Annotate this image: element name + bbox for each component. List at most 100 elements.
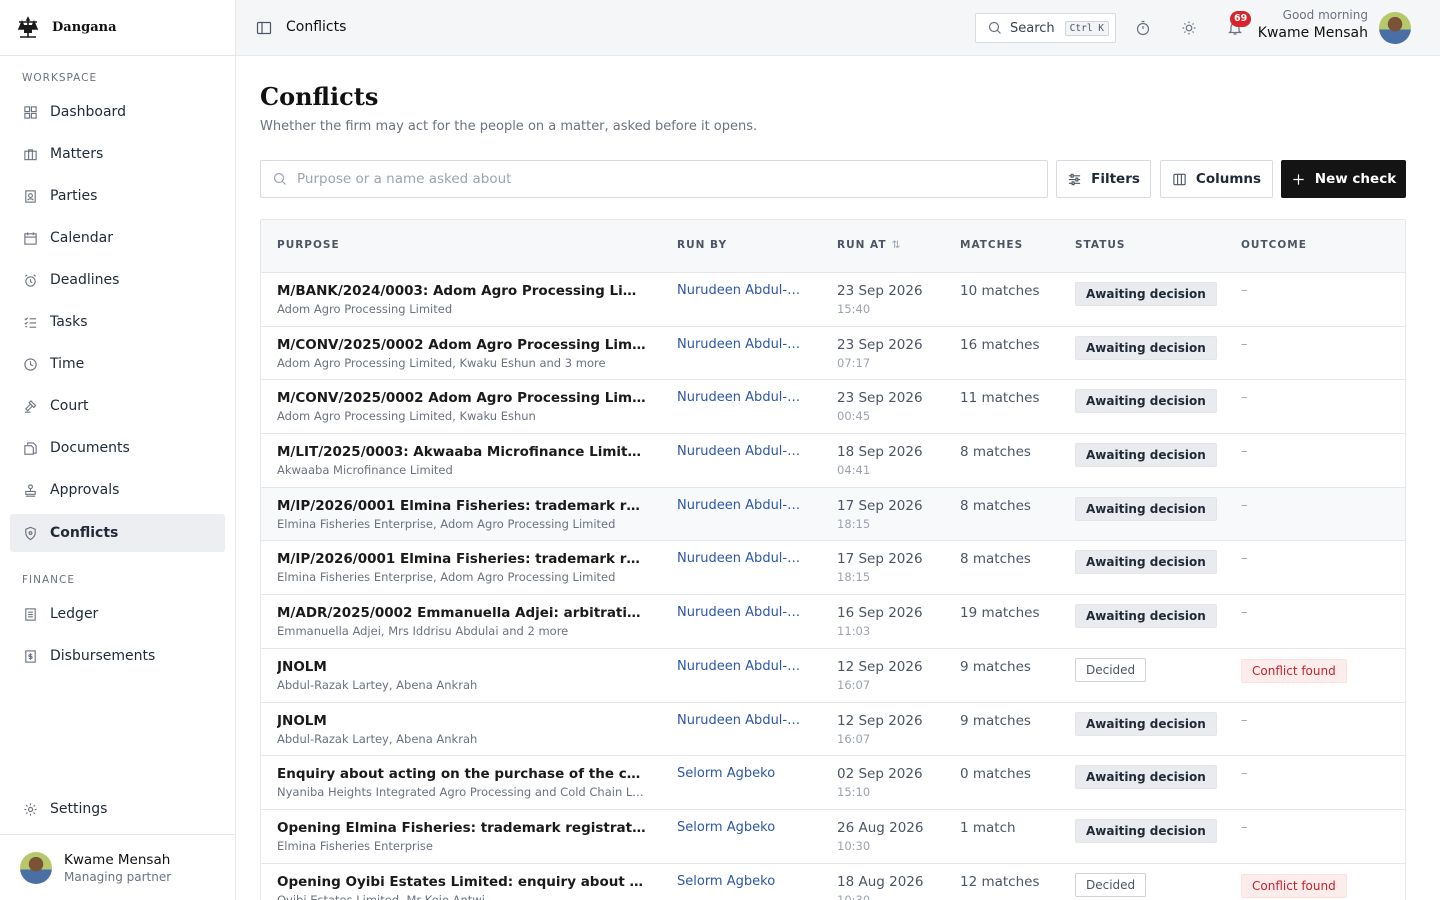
run-by-link[interactable]: Nurudeen Abdul-Mumin <box>677 390 809 405</box>
sidebar-item-approvals[interactable]: Approvals <box>10 471 225 509</box>
filters-button[interactable]: Filters <box>1056 160 1151 198</box>
sidebar-toggle-icon[interactable] <box>256 20 272 36</box>
table-row[interactable]: M/BANK/2024/0003: Adom Agro Processing L… <box>261 273 1405 327</box>
matches-count: 11 matches <box>960 390 1040 407</box>
sidebar-item-parties[interactable]: Parties <box>10 177 225 215</box>
sidebar-item-tasks[interactable]: Tasks <box>10 303 225 341</box>
new-check-button[interactable]: New check <box>1281 160 1406 198</box>
search-filter[interactable] <box>260 160 1048 198</box>
run-time: 15:10 <box>837 785 871 800</box>
run-by-link[interactable]: Nurudeen Abdul-Mumin <box>677 283 809 298</box>
sidebar-item-documents[interactable]: Documents <box>10 429 225 467</box>
status-badge: Awaiting decision <box>1075 443 1217 468</box>
run-by-link[interactable]: Nurudeen Abdul-Mumin <box>677 605 809 620</box>
purpose-cell[interactable]: Opening Elmina Fisheries: trademark regi… <box>277 820 649 853</box>
scales-logo-icon <box>14 14 42 42</box>
table-row[interactable]: M/IP/2026/0001 Elmina Fisheries: tradema… <box>261 541 1405 596</box>
table-row[interactable]: M/ADR/2025/0002 Emmanuella Adjei: arbitr… <box>261 595 1405 649</box>
table-body: M/BANK/2024/0003: Adom Agro Processing L… <box>261 273 1405 900</box>
run-by-link[interactable]: Nurudeen Abdul-Mumin <box>677 498 809 513</box>
theme-sun-icon[interactable] <box>1181 20 1197 36</box>
column-header-run-at[interactable]: RUN AT ⇅ <box>837 239 901 251</box>
run-by-link[interactable]: Nurudeen Abdul-Mumin <box>677 444 809 459</box>
table-row[interactable]: JNOLM Abdul-Razak Lartey, Abena Ankrah N… <box>261 703 1405 757</box>
purpose-title[interactable]: M/IP/2026/0001 Elmina Fisheries: tradema… <box>277 498 649 514</box>
sidebar-item-matters[interactable]: Matters <box>10 135 225 173</box>
matches-count: 9 matches <box>960 658 1031 675</box>
brand[interactable]: Dangana <box>0 0 235 56</box>
table-row[interactable]: Opening Oyibi Estates Limited: enquiry a… <box>261 864 1405 900</box>
search-input[interactable] <box>297 171 997 187</box>
column-header-status[interactable]: STATUS <box>1075 239 1125 251</box>
sort-icon[interactable]: ⇅ <box>892 239 902 251</box>
purpose-cell[interactable]: Enquiry about acting on the purchase of … <box>277 766 649 799</box>
table-row[interactable]: M/IP/2026/0001 Elmina Fisheries: tradema… <box>261 487 1405 542</box>
run-by-link[interactable]: Nurudeen Abdul-Mumin <box>677 551 809 566</box>
purpose-parties: Oyibi Estates Limited, Mr Kojo Antwi <box>277 892 485 900</box>
table-row[interactable]: M/CONV/2025/0002 Adom Agro Processing Li… <box>261 380 1405 435</box>
purpose-title[interactable]: Opening Oyibi Estates Limited: enquiry a… <box>277 874 649 890</box>
run-at-cell: 02 Sep 2026 15:10 <box>837 766 923 799</box>
table-row[interactable]: Enquiry about acting on the purchase of … <box>261 756 1405 810</box>
timer-icon[interactable] <box>1135 20 1151 36</box>
sidebar-item-disbursements[interactable]: Disbursements <box>10 637 225 675</box>
sidebar-item-ledger[interactable]: Ledger <box>10 595 225 633</box>
columns-button[interactable]: Columns <box>1160 160 1273 198</box>
purpose-parties: Nyaniba Heights Integrated Agro Processi… <box>277 785 649 800</box>
column-header-purpose[interactable]: PURPOSE <box>277 239 340 251</box>
sidebar-item-settings[interactable]: Settings <box>10 790 225 828</box>
purpose-title[interactable]: M/CONV/2025/0002 Adom Agro Processing Li… <box>277 337 649 353</box>
status-badge: Awaiting decision <box>1075 818 1217 843</box>
run-by-link[interactable]: Selorm Agbeko <box>677 766 809 781</box>
run-by-link[interactable]: Selorm Agbeko <box>677 820 809 835</box>
purpose-title[interactable]: M/ADR/2025/0002 Emmanuella Adjei: arbitr… <box>277 605 649 621</box>
columns-label: Columns <box>1195 171 1262 187</box>
table-row[interactable]: M/CONV/2025/0002 Adom Agro Processing Li… <box>261 327 1405 381</box>
sidebar-item-deadlines[interactable]: Deadlines <box>10 261 225 299</box>
search-icon <box>273 172 287 186</box>
sidebar-item-dashboard[interactable]: Dashboard <box>10 93 225 131</box>
run-time: 10:30 <box>837 838 871 853</box>
purpose-title[interactable]: JNOLM <box>277 659 649 675</box>
purpose-cell[interactable]: JNOLM Abdul-Razak Lartey, Abena Ankrah <box>277 713 649 746</box>
sidebar-item-court[interactable]: Court <box>10 387 225 425</box>
table-row[interactable]: M/LIT/2025/0003: Akwaaba Microfinance Li… <box>261 434 1405 488</box>
sidebar-item-calendar[interactable]: Calendar <box>10 219 225 257</box>
column-header-outcome[interactable]: OUTCOME <box>1241 239 1307 251</box>
search-label: Search <box>1010 20 1055 36</box>
run-date: 02 Sep 2026 <box>837 766 923 783</box>
purpose-cell[interactable]: M/ADR/2025/0002 Emmanuella Adjei: arbitr… <box>277 605 649 638</box>
outcome-empty: – <box>1241 444 1248 460</box>
table-row[interactable]: Opening Elmina Fisheries: trademark regi… <box>261 810 1405 864</box>
purpose-title[interactable]: Opening Elmina Fisheries: trademark regi… <box>277 820 649 836</box>
outcome-cell: – <box>1241 337 1248 352</box>
purpose-title[interactable]: M/BANK/2024/0003: Adom Agro Processing L… <box>277 283 649 299</box>
avatar[interactable] <box>1379 12 1411 44</box>
purpose-cell[interactable]: M/BANK/2024/0003: Adom Agro Processing L… <box>277 283 649 316</box>
run-by-link[interactable]: Nurudeen Abdul-Mumin <box>677 337 809 352</box>
column-header-run-by[interactable]: RUN BY <box>677 239 727 251</box>
purpose-cell[interactable]: M/CONV/2025/0002 Adom Agro Processing Li… <box>277 337 649 370</box>
purpose-cell[interactable]: M/LIT/2025/0003: Akwaaba Microfinance Li… <box>277 444 649 477</box>
purpose-cell[interactable]: M/IP/2026/0001 Elmina Fisheries: tradema… <box>277 498 649 531</box>
sidebar-item-time[interactable]: Time <box>10 345 225 383</box>
purpose-title[interactable]: M/IP/2026/0001 Elmina Fisheries: tradema… <box>277 551 649 567</box>
column-header-run-at-label: RUN AT <box>837 239 887 251</box>
run-by-link[interactable]: Selorm Agbeko <box>677 874 809 889</box>
purpose-cell[interactable]: JNOLM Abdul-Razak Lartey, Abena Ankrah <box>277 659 649 692</box>
purpose-cell[interactable]: Opening Oyibi Estates Limited: enquiry a… <box>277 874 649 900</box>
purpose-cell[interactable]: M/CONV/2025/0002 Adom Agro Processing Li… <box>277 390 649 423</box>
purpose-title[interactable]: M/LIT/2025/0003: Akwaaba Microfinance Li… <box>277 444 649 460</box>
table-row[interactable]: JNOLM Abdul-Razak Lartey, Abena Ankrah N… <box>261 649 1405 703</box>
column-header-matches[interactable]: MATCHES <box>960 239 1023 251</box>
purpose-title[interactable]: JNOLM <box>277 713 649 729</box>
run-by-link[interactable]: Nurudeen Abdul-Mumin <box>677 659 809 674</box>
purpose-title[interactable]: M/CONV/2025/0002 Adom Agro Processing Li… <box>277 390 649 406</box>
run-by-link[interactable]: Nurudeen Abdul-Mumin <box>677 713 809 728</box>
run-time: 16:07 <box>837 731 871 746</box>
purpose-title[interactable]: Enquiry about acting on the purchase of … <box>277 766 649 782</box>
purpose-cell[interactable]: M/IP/2026/0001 Elmina Fisheries: tradema… <box>277 551 649 584</box>
search-button[interactable]: Search Ctrl K <box>975 13 1116 43</box>
sidebar-user-profile[interactable]: Kwame Mensah Managing partner <box>0 834 235 900</box>
sidebar-item-conflicts[interactable]: Conflicts <box>10 514 225 552</box>
